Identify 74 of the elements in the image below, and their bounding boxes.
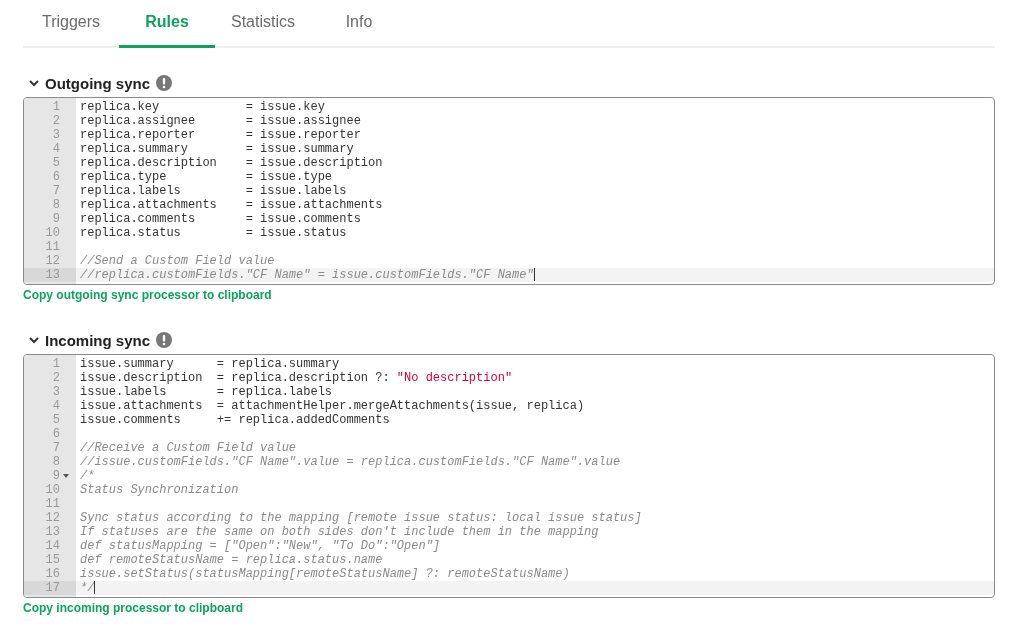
- tab[interactable]: Info: [311, 0, 407, 48]
- code-line: issue.labels = replica.labels: [80, 385, 333, 399]
- code-line: replica.description = issue.description: [80, 156, 383, 170]
- code-line: Status Synchronization: [80, 483, 239, 497]
- code-line: replica.labels = issue.labels: [80, 184, 347, 198]
- line-number: 6: [52, 427, 60, 441]
- tab[interactable]: Rules: [119, 0, 215, 48]
- code-line: def remoteStatusName = replica.status.name: [80, 553, 383, 567]
- code-line: replica.assignee = issue.assignee: [80, 114, 361, 128]
- line-number: 4: [52, 399, 60, 413]
- code-line: //Receive a Custom Field value: [80, 441, 297, 455]
- code-line: replica.status = issue.status: [80, 226, 347, 240]
- line-number: 11: [45, 240, 60, 254]
- line-number: 8: [52, 455, 60, 469]
- code-line: issue.summary = replica.summary: [80, 357, 340, 371]
- code-line: replica.attachments = issue.attachments: [80, 198, 383, 212]
- code-line: issue.description = replica.description ?: "No description": [80, 371, 513, 385]
- line-number: 9: [52, 469, 60, 483]
- line-number: 11: [45, 497, 60, 511]
- line-number: 6: [52, 170, 60, 184]
- exclamation-icon[interactable]: [156, 75, 172, 91]
- line-number: 4: [52, 142, 60, 156]
- line-number: 8: [52, 198, 60, 212]
- code-line: If statuses are the same on both sides don't include them in the mapping: [80, 525, 599, 539]
- code-line: Sync status according to the mapping [remote issue status: local issue status]: [80, 511, 642, 525]
- line-number: 5: [52, 413, 60, 427]
- line-number: 16: [45, 567, 60, 581]
- text-cursor: [94, 581, 96, 594]
- code-line: replica.reporter = issue.reporter: [80, 128, 361, 142]
- code-line: replica.key = issue.key: [80, 100, 325, 114]
- line-number: 17: [45, 581, 60, 595]
- text-cursor: [533, 268, 535, 281]
- line-number: 2: [52, 371, 60, 385]
- code-line: replica.summary = issue.summary: [80, 142, 354, 156]
- line-number: 3: [52, 128, 60, 142]
- code-line: issue.comments += replica.addedComments: [80, 413, 390, 427]
- line-number: 14: [45, 539, 60, 553]
- line-number: 12: [45, 511, 60, 525]
- code-editor[interactable]: [23, 97, 995, 285]
- line-number: 13: [45, 525, 60, 539]
- line-number: 9: [52, 212, 60, 226]
- code-line: */: [80, 581, 95, 595]
- line-number: 15: [45, 553, 60, 567]
- code-line: //Send a Custom Field value: [80, 254, 275, 268]
- line-number: 13: [45, 268, 60, 282]
- line-number: 12: [45, 254, 60, 268]
- chevron-icon[interactable]: [29, 79, 39, 87]
- line-number: 2: [52, 114, 60, 128]
- copy-link[interactable]: Copy incoming processor to clipboard: [23, 601, 244, 615]
- line-number: 1: [52, 357, 60, 371]
- section-title: Incoming sync: [45, 331, 151, 349]
- code-line: issue.setStatus(statusMapping[remoteStatusName] ?: remoteStatusName): [80, 567, 570, 581]
- line-number: 7: [52, 441, 60, 455]
- line-number: 3: [52, 385, 60, 399]
- code-line: def statusMapping = ["Open":"New", "To Do":"Open"]: [80, 539, 441, 553]
- line-number: 10: [45, 483, 60, 497]
- code-editor[interactable]: [23, 354, 995, 598]
- exclamation-icon[interactable]: [156, 332, 173, 348]
- fold-icon[interactable]: [63, 474, 69, 478]
- chevron-icon[interactable]: [29, 336, 39, 344]
- code-line: /*: [80, 469, 95, 483]
- copy-link[interactable]: Copy outgoing sync processor to clipboard: [23, 288, 272, 302]
- section-title: Outgoing sync: [45, 74, 150, 92]
- tab[interactable]: Statistics: [215, 0, 311, 48]
- line-number: 1: [52, 100, 60, 114]
- code-line: //replica.customFields."CF Name" = issue.customFields."CF Name": [80, 268, 534, 282]
- code-line: replica.type = issue.type: [80, 170, 333, 184]
- line-number: 10: [45, 226, 60, 240]
- code-line: replica.comments = issue.comments: [80, 212, 361, 226]
- line-number: 5: [52, 156, 60, 170]
- line-number: 7: [52, 184, 60, 198]
- tab[interactable]: Triggers: [23, 0, 119, 48]
- code-line: issue.attachments = attachmentHelper.mergeAttachments(issue, replica): [80, 399, 585, 413]
- code-line: //issue.customFields."CF Name".value = replica.customFields."CF Name".value: [80, 455, 621, 469]
